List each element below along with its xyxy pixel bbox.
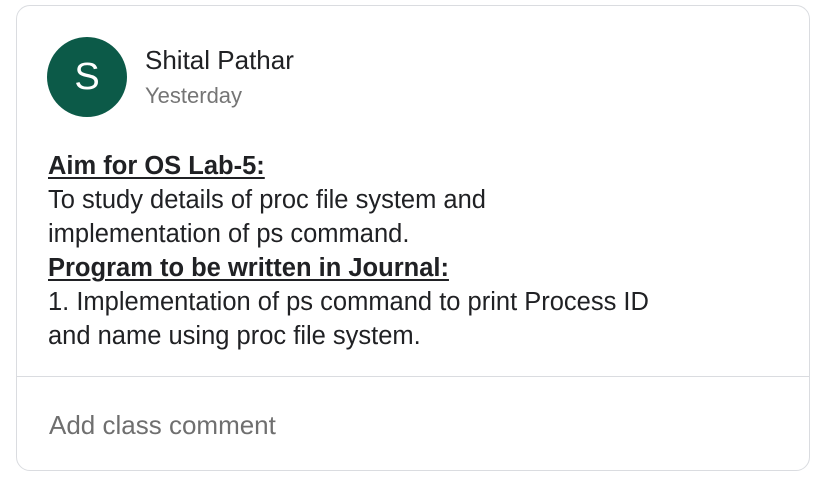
avatar[interactable]: S [47,37,127,117]
aim-text-line-2: implementation of ps command. [48,220,410,248]
announcement-card: S Shital Pathar Yesterday Aim for OS Lab… [16,5,810,471]
post-body: Aim for OS Lab-5: To study details of pr… [48,149,779,353]
post-timestamp: Yesterday [145,83,243,108]
post-header: S Shital Pathar Yesterday [47,36,294,118]
author-name: Shital Pathar [145,45,294,75]
aim-text-line-1: To study details of proc file system and [48,186,486,214]
author-block: Shital Pathar Yesterday [145,37,294,117]
program-text-line-2: and name using proc file system. [48,322,421,350]
program-text-line-1: 1. Implementation of ps command to print… [48,288,649,316]
program-heading: Program to be written in Journal: [48,254,449,282]
card-divider [17,376,809,377]
add-class-comment-button[interactable]: Add class comment [49,408,276,442]
aim-heading: Aim for OS Lab-5: [48,152,265,180]
